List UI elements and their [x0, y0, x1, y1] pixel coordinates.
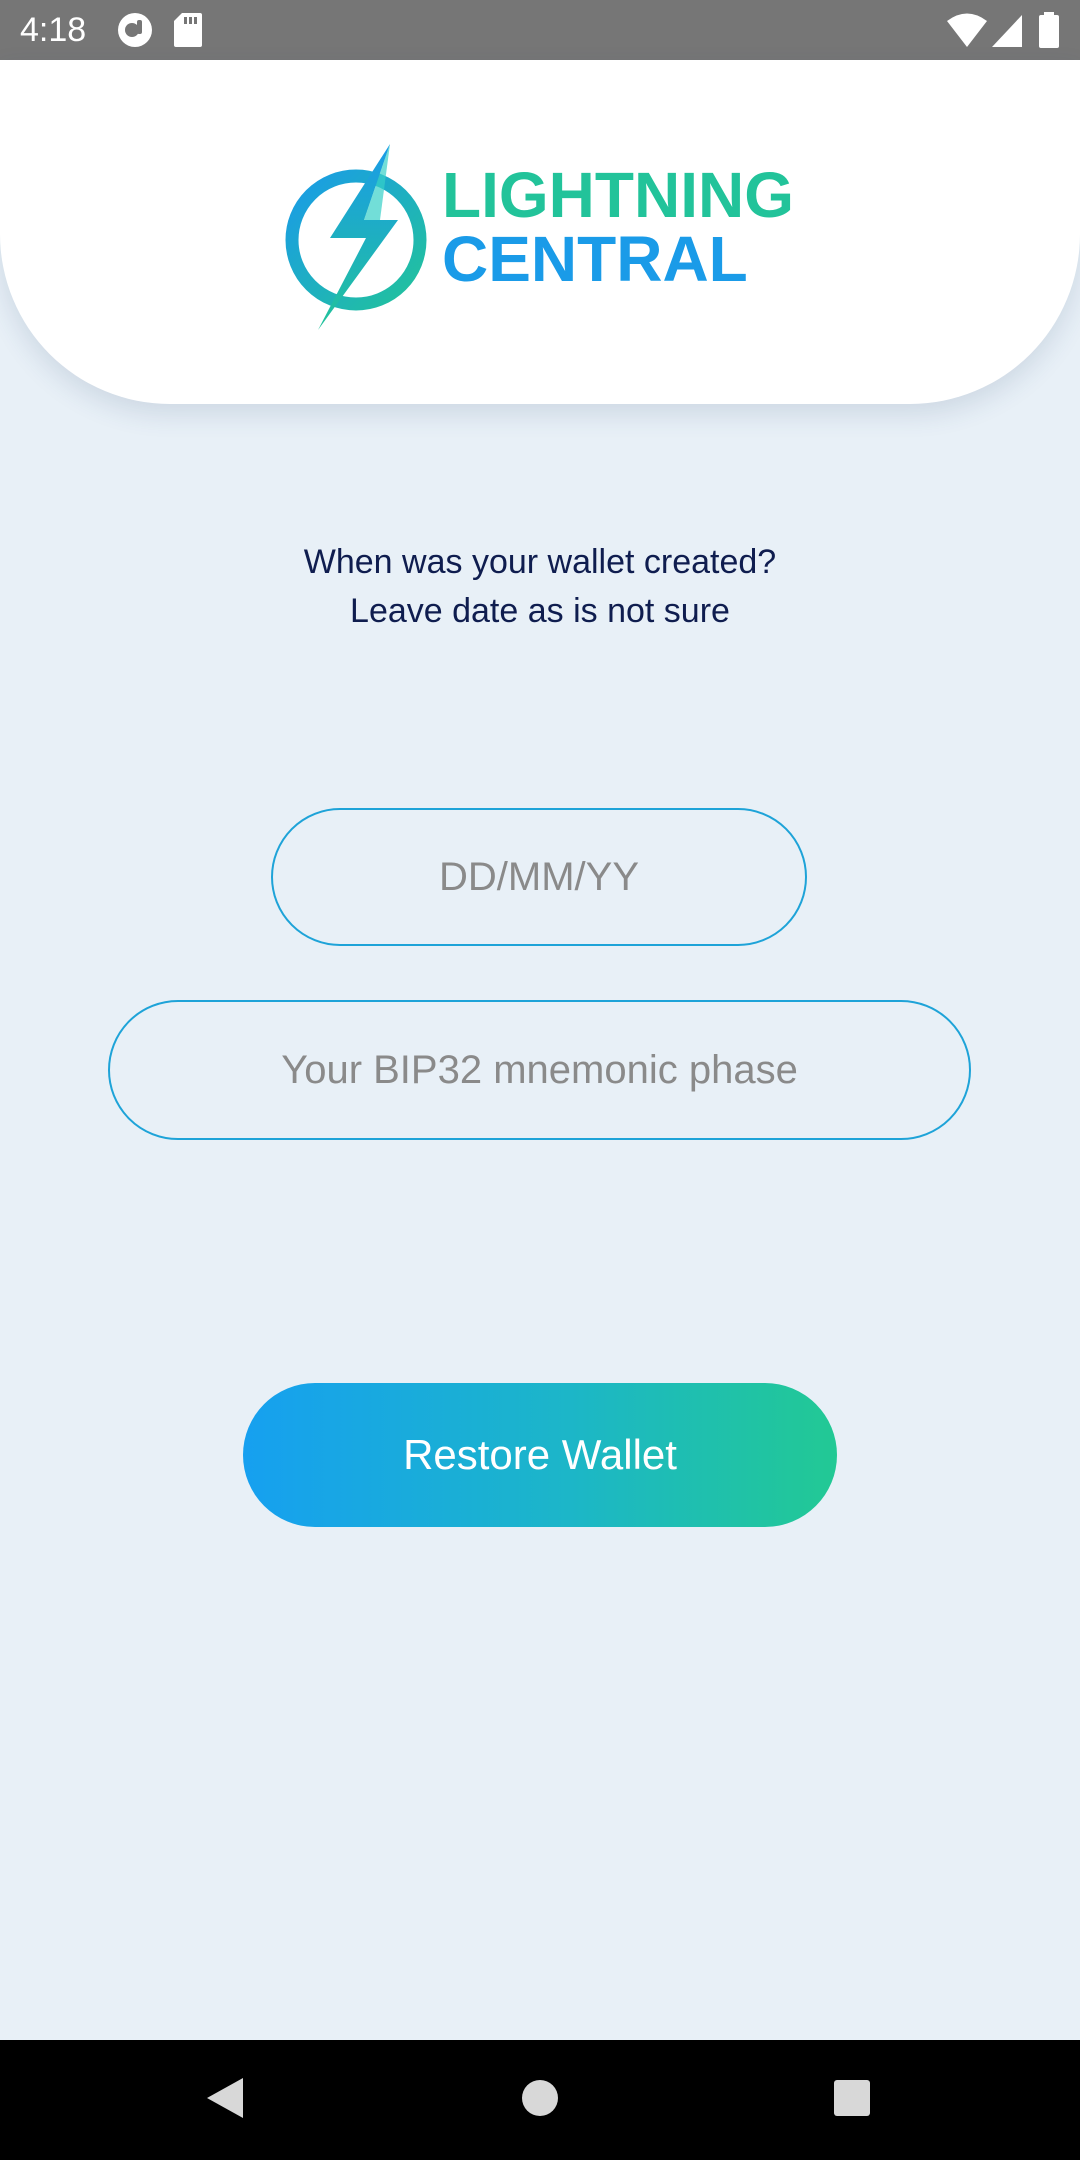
- back-button[interactable]: [145, 2040, 305, 2160]
- recents-button[interactable]: [772, 2040, 932, 2160]
- cell-signal-icon: [990, 12, 1024, 53]
- sd-card-icon: [173, 12, 203, 53]
- wallet-date-prompt: When was your wallet created? Leave date…: [303, 543, 777, 630]
- mnemonic-phrase-input[interactable]: [108, 1000, 971, 1140]
- header-card: LIGHTNING CENTRAL: [0, 60, 1080, 404]
- lightning-bolt-icon: [280, 140, 430, 335]
- system-nav-bar: [0, 2040, 1080, 2160]
- fdroid-icon: [117, 12, 153, 53]
- battery-icon: [1038, 12, 1060, 53]
- home-button[interactable]: [460, 2040, 620, 2160]
- logo-text-central: CENTRAL: [442, 223, 748, 295]
- wifi-icon: [946, 12, 988, 53]
- wallet-date-input[interactable]: [271, 808, 807, 946]
- back-icon: [205, 2076, 245, 2125]
- logo-text-lightning: LIGHTNING: [442, 159, 794, 231]
- home-icon: [520, 2078, 560, 2123]
- restore-wallet-button[interactable]: Restore Wallet: [243, 1383, 837, 1527]
- status-bar: 4:18: [0, 0, 1080, 60]
- recents-icon: [833, 2079, 871, 2122]
- status-time: 4:18: [20, 11, 87, 49]
- app-logo: LIGHTNING CENTRAL: [280, 140, 810, 330]
